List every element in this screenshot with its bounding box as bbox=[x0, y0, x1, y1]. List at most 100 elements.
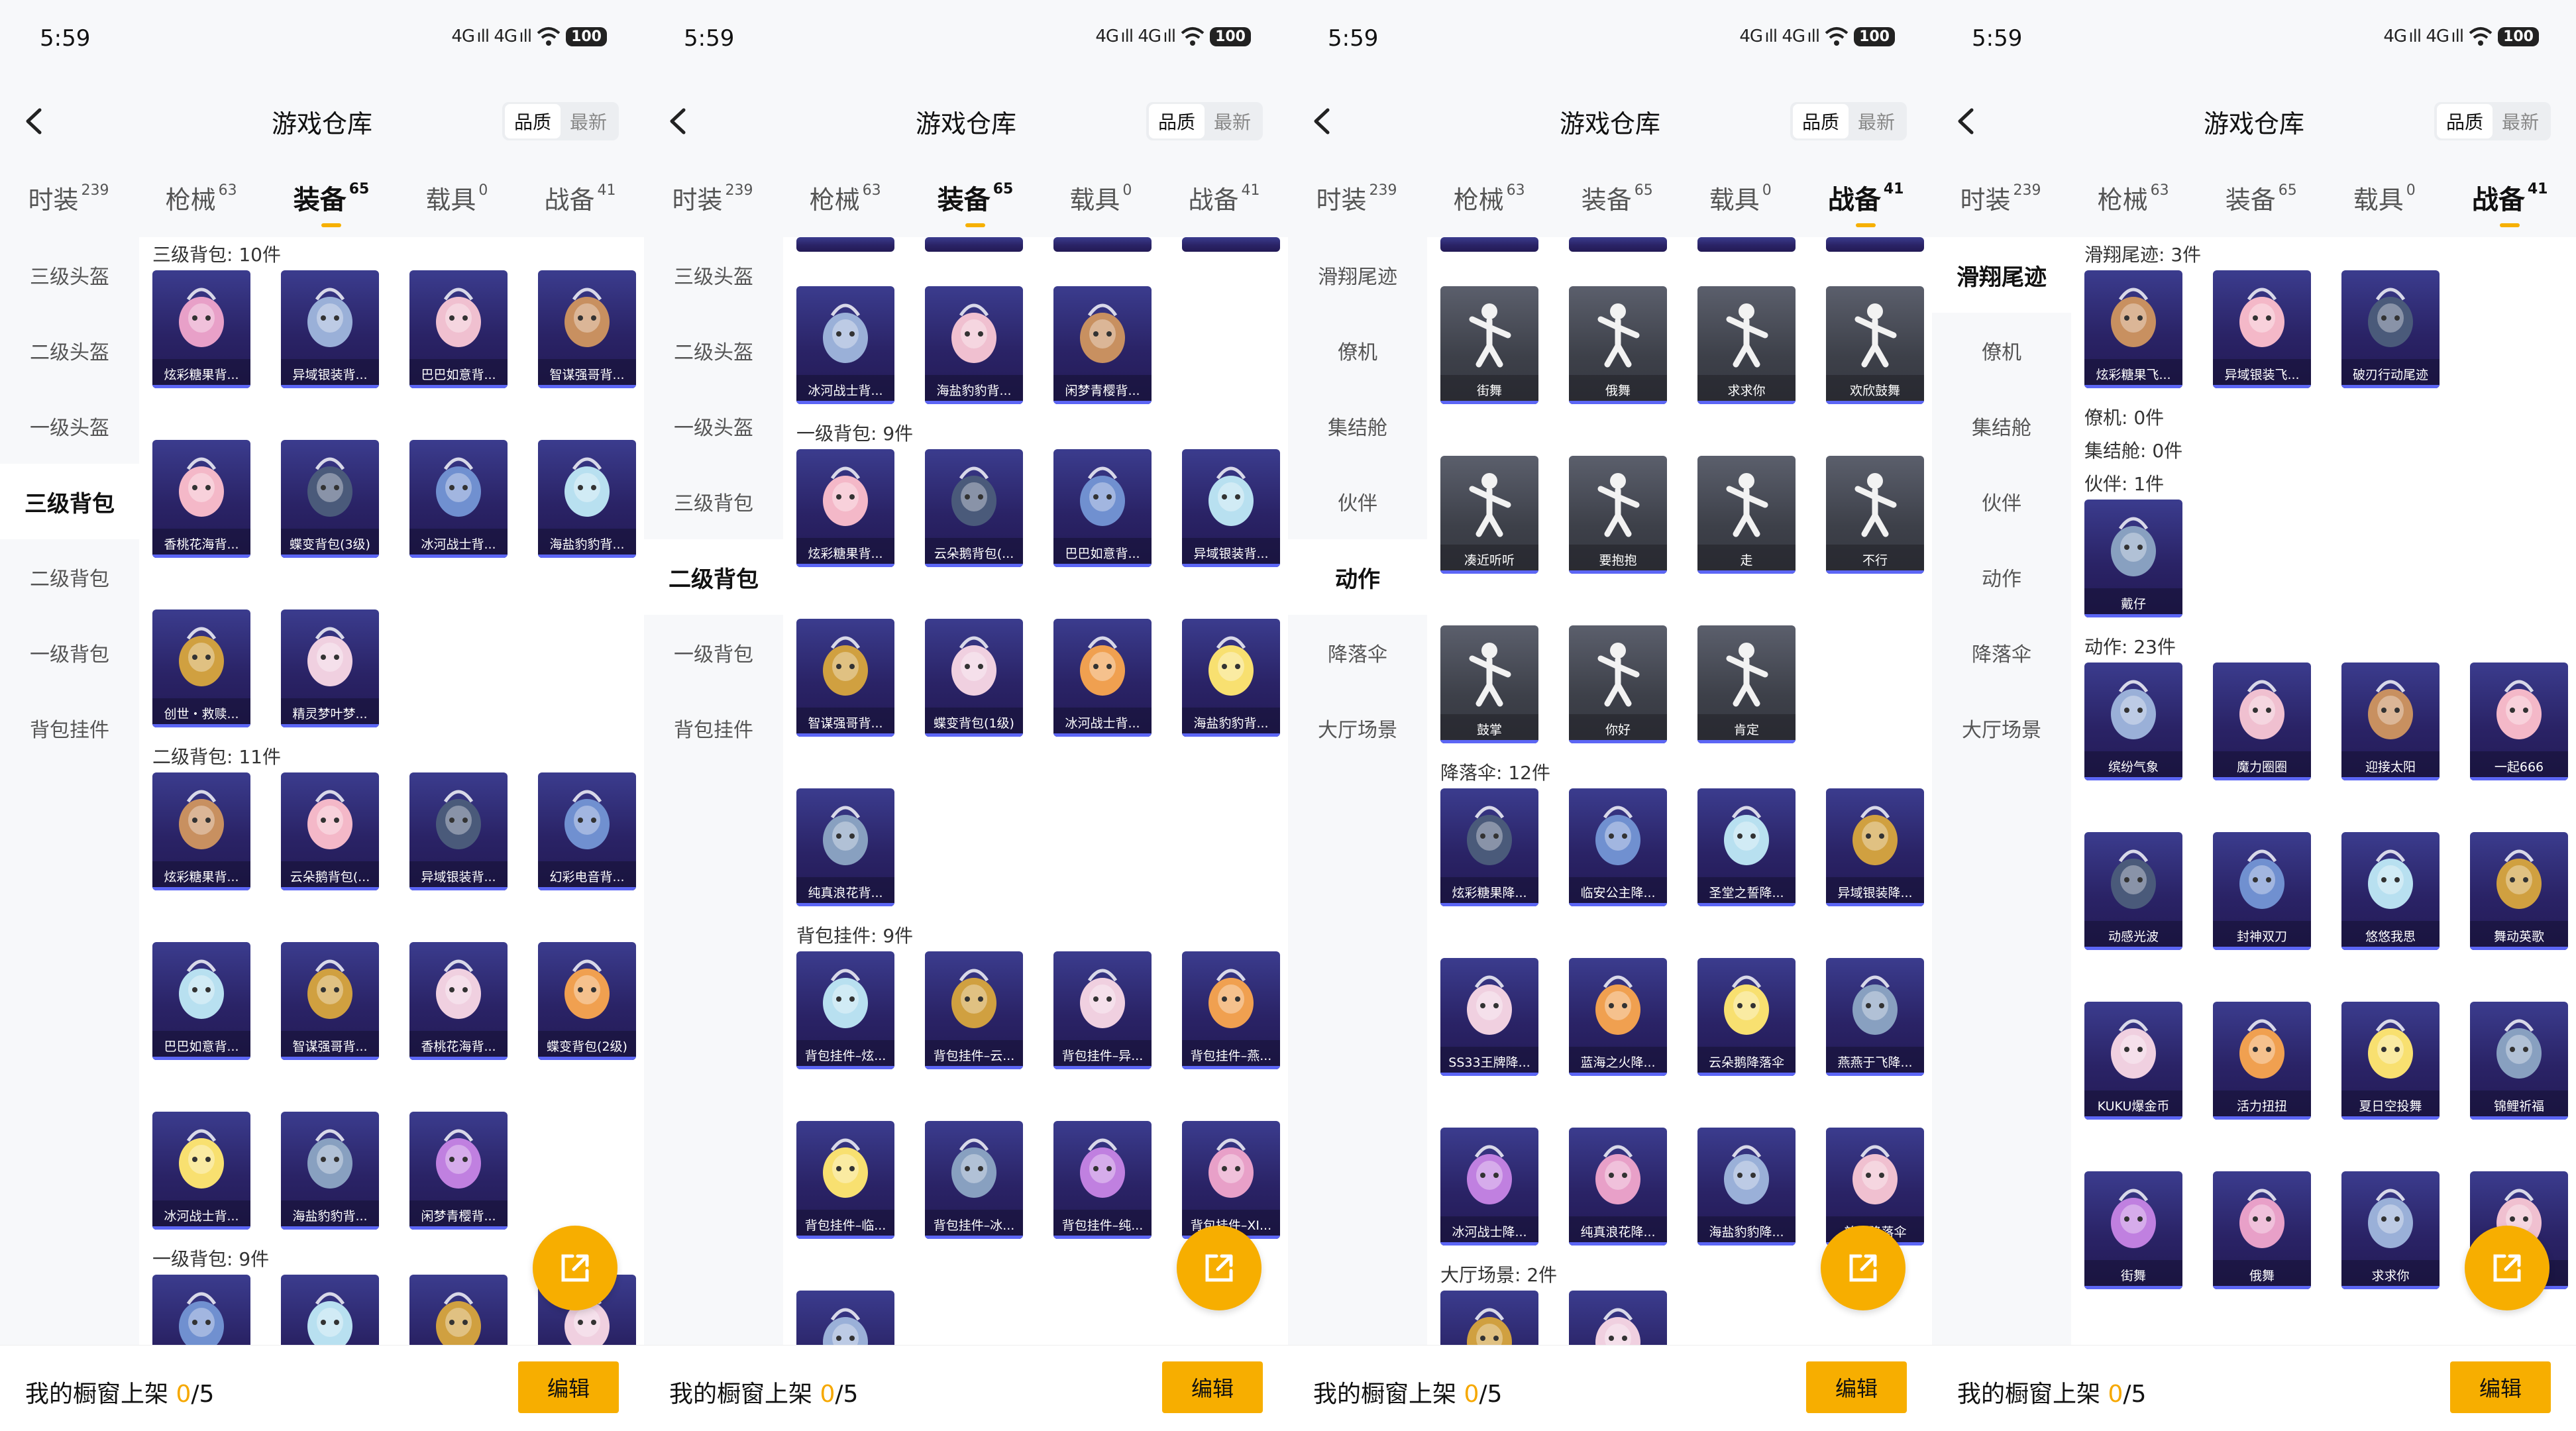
item-card[interactable]: 异域银装背... bbox=[281, 270, 379, 388]
tab-3[interactable]: 载具 0 bbox=[425, 180, 488, 216]
tab-4[interactable]: 战备 41 bbox=[2472, 178, 2548, 227]
item-card-partial[interactable] bbox=[1569, 237, 1667, 252]
sidebar-item[interactable]: 伙伴 bbox=[1288, 464, 1427, 539]
edit-button[interactable]: 编辑 bbox=[2450, 1361, 2551, 1413]
item-card-partial[interactable] bbox=[1826, 237, 1924, 252]
item-card[interactable]: SS33王牌降... bbox=[1440, 958, 1538, 1076]
item-card[interactable]: 纯真浪花背... bbox=[796, 788, 894, 906]
item-card[interactable]: 背包挂件–炫... bbox=[796, 951, 894, 1069]
item-card[interactable]: 要抱抱 bbox=[1569, 456, 1667, 574]
item-card[interactable]: 俄舞 bbox=[1569, 286, 1667, 404]
item-card[interactable]: 鼓掌 bbox=[1440, 625, 1538, 743]
item-card[interactable]: 巴巴如意背... bbox=[1053, 449, 1152, 567]
item-card[interactable]: 走 bbox=[1697, 456, 1796, 574]
item-card[interactable]: 你好 bbox=[1569, 625, 1667, 743]
item-card[interactable]: 异域银装飞... bbox=[2213, 270, 2311, 388]
item-card[interactable]: 悠悠我思 bbox=[2341, 832, 2440, 950]
item-card[interactable]: 炫彩糖果背... bbox=[796, 449, 894, 567]
sidebar-item[interactable]: 三级背包 bbox=[0, 464, 139, 539]
item-card[interactable]: 纯真浪花降... bbox=[1569, 1128, 1667, 1246]
item-card[interactable]: 海盐豹豹降... bbox=[1697, 1128, 1796, 1246]
item-card[interactable]: 冰河战士背... bbox=[1053, 619, 1152, 737]
item-card[interactable]: 背包挂件–异... bbox=[1053, 951, 1152, 1069]
tab-1[interactable]: 枪械 63 bbox=[810, 180, 881, 216]
item-card[interactable]: 香桃花海背... bbox=[152, 440, 250, 558]
item-card[interactable]: 欢欣鼓舞 bbox=[1826, 286, 1924, 404]
item-card[interactable]: 海盐豹豹背... bbox=[538, 440, 636, 558]
item-card[interactable]: 闲梦青樱背... bbox=[409, 1112, 508, 1230]
sidebar-item[interactable]: 二级背包 bbox=[644, 539, 783, 615]
edit-button[interactable]: 编辑 bbox=[518, 1361, 619, 1413]
share-external-button[interactable] bbox=[1821, 1226, 1905, 1310]
item-card[interactable]: 圣堂之誓降... bbox=[1697, 788, 1796, 906]
item-card[interactable]: 异域银装背... bbox=[409, 772, 508, 890]
item-card[interactable]: 香桃花海背... bbox=[409, 942, 508, 1060]
item-card[interactable]: 背包挂件–XI... bbox=[1182, 1121, 1280, 1239]
sidebar-item[interactable]: 伙伴 bbox=[1932, 464, 2071, 539]
item-card[interactable]: 背包挂件–纯... bbox=[1053, 1121, 1152, 1239]
sidebar-item[interactable]: 大厅场景 bbox=[1932, 690, 2071, 766]
sort-latest-button[interactable]: 最新 bbox=[561, 104, 616, 138]
item-card[interactable]: 创世・救赎... bbox=[152, 610, 250, 727]
tab-1[interactable]: 枪械 63 bbox=[2098, 180, 2169, 216]
tab-0[interactable]: 时装 239 bbox=[28, 180, 109, 216]
sidebar-item[interactable]: 一级背包 bbox=[0, 615, 139, 690]
item-card-partial[interactable] bbox=[1697, 237, 1796, 252]
tab-1[interactable]: 枪械 63 bbox=[1454, 180, 1525, 216]
item-card[interactable]: 云朵鹅降落伞 bbox=[1697, 958, 1796, 1076]
item-card[interactable]: 背包挂件–临... bbox=[796, 1121, 894, 1239]
item-card[interactable]: 求求你 bbox=[1697, 286, 1796, 404]
sidebar-item[interactable]: 滑翔尾迹 bbox=[1932, 237, 2071, 313]
sidebar-item[interactable]: 背包挂件 bbox=[644, 690, 783, 766]
item-card[interactable]: 迎接太阳 bbox=[2341, 662, 2440, 780]
item-card[interactable]: 肯定 bbox=[1697, 625, 1796, 743]
sidebar-item[interactable]: 背包挂件 bbox=[0, 690, 139, 766]
item-card[interactable]: 智谋强哥背... bbox=[538, 270, 636, 388]
item-card[interactable]: 炫彩糖果飞... bbox=[2084, 270, 2182, 388]
item-card[interactable]: 蝶变背包(1级) bbox=[925, 619, 1023, 737]
edit-button[interactable]: 编辑 bbox=[1162, 1361, 1263, 1413]
tab-2[interactable]: 装备 65 bbox=[2226, 180, 2297, 216]
item-card[interactable]: 云朵鹅背包(... bbox=[281, 1275, 379, 1345]
item-card[interactable]: 海盐豹豹背... bbox=[925, 286, 1023, 404]
item-card[interactable]: 智谋强哥背... bbox=[281, 942, 379, 1060]
item-card[interactable]: 智谋强哥背... bbox=[796, 619, 894, 737]
sidebar-item[interactable]: 降落伞 bbox=[1932, 615, 2071, 690]
sort-quality-button[interactable]: 品质 bbox=[1148, 104, 1205, 138]
item-card[interactable]: 凑近听听 bbox=[1440, 456, 1538, 574]
tab-3[interactable]: 载具 0 bbox=[1709, 180, 1772, 216]
item-card-partial[interactable] bbox=[925, 237, 1023, 252]
sidebar-item[interactable]: 二级头盔 bbox=[0, 313, 139, 388]
tab-2[interactable]: 装备 65 bbox=[294, 178, 369, 227]
item-card-partial[interactable] bbox=[796, 237, 894, 252]
item-card[interactable]: 炫彩糖果降... bbox=[1440, 788, 1538, 906]
item-card[interactable]: 云朵鹅背包(... bbox=[281, 772, 379, 890]
item-card[interactable]: 舞动英歌 bbox=[2470, 832, 2568, 950]
sidebar-item[interactable]: 集结舱 bbox=[1932, 388, 2071, 464]
item-card[interactable]: 异域银装背... bbox=[1182, 449, 1280, 567]
item-card[interactable]: 锦鲤祈福 bbox=[2470, 1002, 2568, 1120]
sidebar-item[interactable]: 僚机 bbox=[1288, 313, 1427, 388]
item-card[interactable]: 背包挂件–燕... bbox=[1182, 951, 1280, 1069]
sort-quality-button[interactable]: 品质 bbox=[1792, 104, 1849, 138]
item-card[interactable]: 戴仔 bbox=[2084, 500, 2182, 617]
sidebar-item[interactable]: 三级头盔 bbox=[0, 237, 139, 313]
tab-2[interactable]: 装备 65 bbox=[938, 178, 1013, 227]
tab-0[interactable]: 时装 239 bbox=[672, 180, 753, 216]
item-card[interactable]: 俄舞 bbox=[2213, 1171, 2311, 1289]
item-card[interactable]: 巴巴如意背... bbox=[152, 942, 250, 1060]
share-external-button[interactable] bbox=[1177, 1226, 1261, 1310]
item-card[interactable]: 街舞 bbox=[1440, 286, 1538, 404]
sidebar-item[interactable]: 僚机 bbox=[1932, 313, 2071, 388]
item-card[interactable]: 炫彩糖果背... bbox=[152, 772, 250, 890]
sidebar-item[interactable]: 降落伞 bbox=[1288, 615, 1427, 690]
sidebar-item[interactable]: 三级背包 bbox=[644, 464, 783, 539]
sidebar-item[interactable]: 动作 bbox=[1288, 539, 1427, 615]
tab-3[interactable]: 载具 0 bbox=[1069, 180, 1132, 216]
tab-0[interactable]: 时装 239 bbox=[1316, 180, 1397, 216]
item-card-partial[interactable] bbox=[1182, 237, 1280, 252]
item-card[interactable]: 海盐豹豹背... bbox=[281, 1112, 379, 1230]
sidebar-item[interactable]: 二级背包 bbox=[0, 539, 139, 615]
sidebar-item[interactable]: 集结舱 bbox=[1288, 388, 1427, 464]
sidebar-item[interactable]: 二级头盔 bbox=[644, 313, 783, 388]
